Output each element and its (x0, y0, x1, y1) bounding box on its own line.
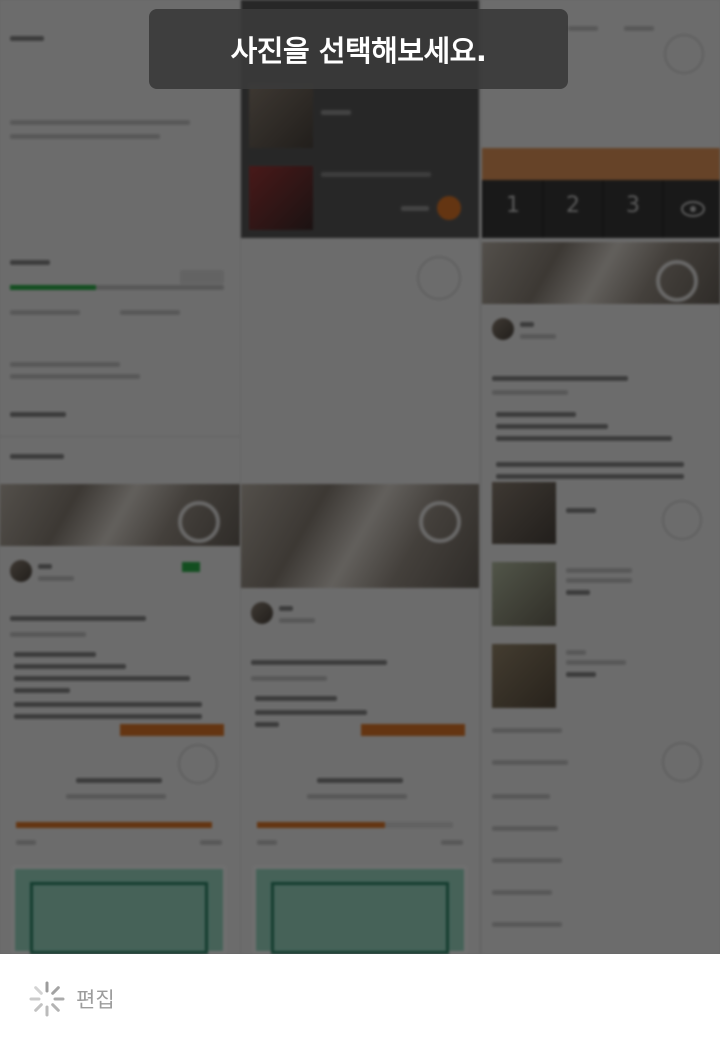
photo-collage: 1 2 3 (0, 0, 720, 954)
toast-message: 사진을 선택해보세요. (149, 9, 568, 89)
edit-label: 편집 (76, 988, 115, 1012)
bottom-bar: 편집 (0, 954, 720, 1044)
toast-text: 사진을 선택해보세요. (230, 34, 487, 68)
dim-overlay (0, 0, 720, 954)
loading-spinner-icon (28, 980, 66, 1018)
edit-button[interactable]: 편집 (28, 978, 115, 1020)
